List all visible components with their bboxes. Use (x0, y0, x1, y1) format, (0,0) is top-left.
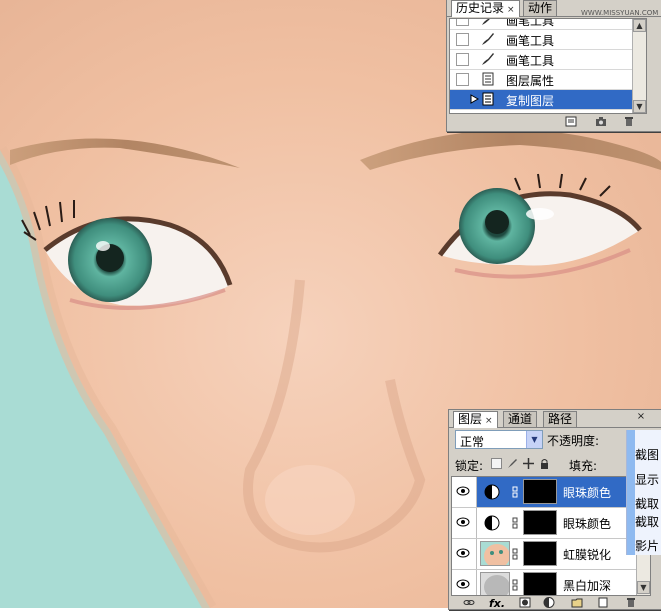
snapshot-checkbox[interactable] (456, 73, 469, 86)
new-document-from-state-icon[interactable] (565, 116, 577, 127)
history-item[interactable]: 图层属性 (450, 70, 646, 90)
camera-icon[interactable] (595, 116, 607, 127)
history-tabbar: 历史记录 × 动作 WWW.MISSYUAN.COM (447, 0, 661, 17)
menu-item[interactable]: 截图 (635, 446, 659, 463)
link-icon[interactable] (512, 517, 518, 529)
snapshot-checkbox[interactable] (456, 33, 469, 46)
eye-icon (456, 486, 470, 496)
brush-icon (482, 33, 494, 45)
scroll-down-icon[interactable]: ▼ (633, 100, 646, 113)
menu-item[interactable]: 截取 (635, 513, 659, 530)
snapshot-checkbox[interactable] (456, 53, 469, 66)
history-list: 画笔工具 画笔工具 画笔工具 图层属性 复制图层 ▲ ▼ (449, 18, 647, 114)
context-menu: 截图 显示 截取 截取 影片 (626, 430, 661, 555)
link-icon[interactable] (512, 548, 518, 560)
chevron-down-icon[interactable]: ▼ (526, 431, 542, 448)
eye-icon (456, 548, 470, 558)
blend-options-row: 正常 ▼ 不透明度: (451, 430, 647, 452)
history-footer (447, 114, 661, 130)
brush-icon (482, 53, 494, 65)
history-panel: 历史记录 × 动作 WWW.MISSYUAN.COM 画笔工具 画笔工具 画笔工具… (446, 0, 661, 132)
lock-brush-icon[interactable] (507, 458, 518, 469)
layer-row-selected[interactable]: 眼珠颜色 (452, 477, 650, 508)
visibility-toggle[interactable] (452, 477, 477, 507)
history-item[interactable]: 画笔工具 (450, 19, 646, 30)
lock-all-icon[interactable] (539, 458, 550, 469)
layer-mask-thumbnail[interactable] (523, 572, 557, 595)
menu-item[interactable]: 显示 (635, 471, 659, 488)
add-mask-icon[interactable] (519, 597, 531, 608)
layer-row[interactable]: 黑白加深 (452, 570, 650, 595)
watermark: WWW.MISSYUAN.COM (581, 9, 659, 17)
history-scrollbar[interactable]: ▲ ▼ (632, 19, 646, 113)
link-icon[interactable] (512, 486, 518, 498)
history-state-marker-icon[interactable] (470, 94, 480, 104)
trash-icon[interactable] (623, 116, 635, 127)
visibility-toggle[interactable] (452, 508, 477, 538)
menu-item[interactable]: 影片 (635, 537, 659, 554)
history-item[interactable]: 画笔工具 (450, 50, 646, 70)
adjustment-icon[interactable] (543, 597, 555, 608)
layer-mask-thumbnail[interactable] (523, 510, 557, 535)
lock-transparency-icon[interactable] (491, 458, 502, 469)
scroll-up-icon[interactable]: ▲ (633, 19, 646, 32)
fill-label: 填充: (569, 459, 598, 473)
tab-history[interactable]: 历史记录 × (451, 0, 520, 17)
scroll-down-icon[interactable]: ▼ (637, 581, 650, 594)
opacity-label: 不透明度: (547, 434, 600, 448)
eye-icon (456, 517, 470, 527)
history-item[interactable]: 画笔工具 (450, 30, 646, 50)
history-item-selected[interactable]: 复制图层 (450, 90, 646, 110)
fx-icon[interactable]: fx. (489, 597, 505, 610)
lock-label: 锁定: (455, 459, 484, 473)
new-layer-icon[interactable] (597, 597, 609, 608)
link-layers-icon[interactable] (463, 597, 475, 608)
layer-mask-thumbnail[interactable] (523, 541, 557, 566)
document-icon (482, 72, 494, 86)
close-icon[interactable]: × (507, 5, 515, 15)
snapshot-checkbox[interactable] (456, 19, 469, 26)
brush-icon (482, 19, 490, 25)
layers-list: 眼珠颜色 眼珠颜色 虹膜锐化 黑白加深 ▼ (451, 476, 651, 596)
eye-icon (456, 579, 470, 589)
link-icon[interactable] (512, 579, 518, 591)
lock-move-icon[interactable] (523, 458, 534, 469)
adjustment-layer-icon (484, 484, 500, 500)
menu-item[interactable]: 截取 (635, 495, 659, 512)
layers-tabbar: 图层 × 通道 路径 × (449, 410, 661, 428)
layer-thumbnail[interactable] (480, 572, 510, 595)
blend-mode-select[interactable]: 正常 ▼ (455, 430, 543, 449)
menu-strip (627, 430, 635, 555)
close-icon[interactable]: × (485, 416, 493, 426)
layer-mask-thumbnail[interactable] (523, 479, 557, 504)
visibility-toggle[interactable] (452, 539, 477, 569)
tab-channels[interactable]: 通道 (503, 411, 538, 427)
layer-row[interactable]: 眼珠颜色 (452, 508, 650, 539)
layer-thumbnail[interactable] (480, 541, 510, 566)
visibility-toggle[interactable] (452, 570, 477, 595)
tab-actions[interactable]: 动作 (523, 0, 558, 16)
trash-icon[interactable] (625, 597, 637, 608)
panel-close-icon[interactable]: × (633, 410, 649, 424)
tab-layers[interactable]: 图层 × (453, 411, 498, 428)
tab-paths[interactable]: 路径 (543, 411, 578, 427)
adjustment-layer-icon (484, 515, 500, 531)
layer-row[interactable]: 虹膜锐化 (452, 539, 650, 570)
document-icon (482, 92, 494, 106)
lock-row: 锁定: 填充: (451, 454, 647, 474)
folder-icon[interactable] (571, 597, 583, 608)
layers-footer: fx. (449, 595, 661, 611)
